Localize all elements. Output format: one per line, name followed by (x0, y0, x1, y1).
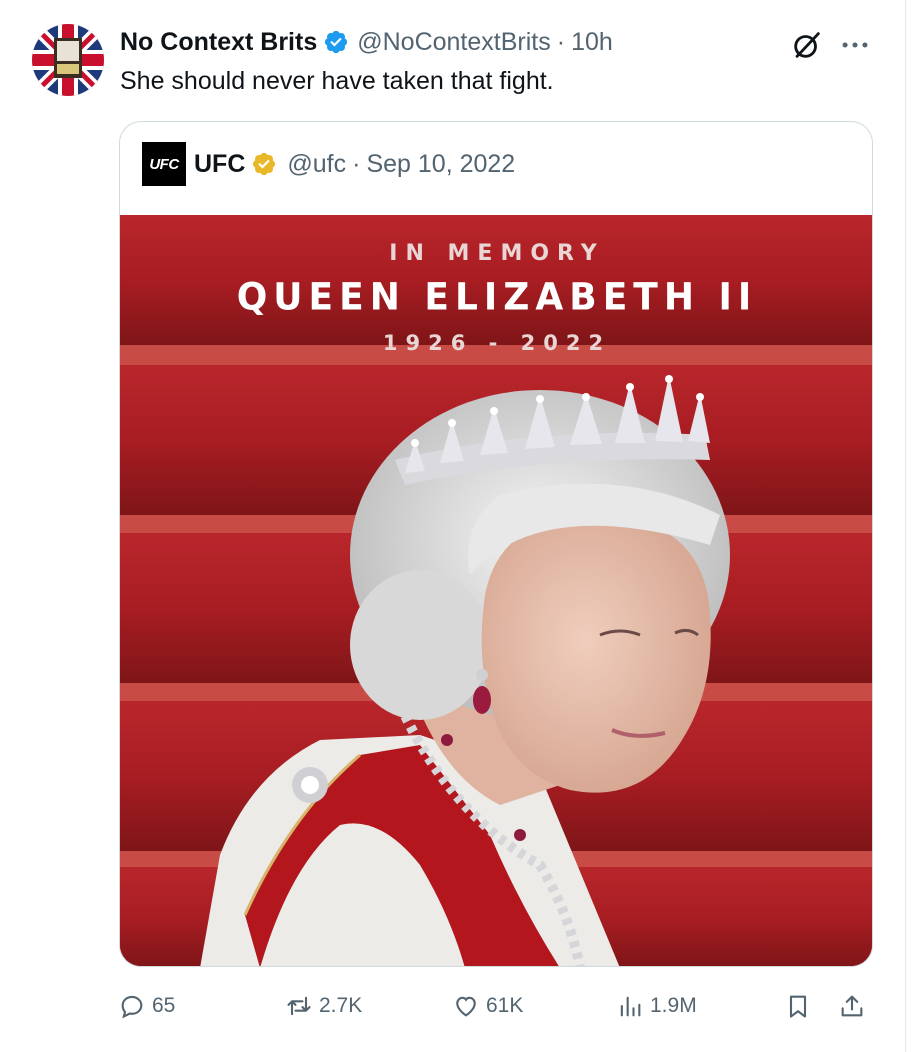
more-icon[interactable] (838, 28, 872, 62)
like-icon (456, 996, 476, 1017)
quoted-tweet-header: UFC UFC @ufc · Sep 10, 2022 (142, 142, 515, 186)
views-icon (620, 996, 641, 1017)
grok-icon[interactable] (790, 28, 824, 62)
avatar[interactable] (32, 24, 104, 96)
repost-icon (287, 996, 311, 1016)
quoted-date[interactable]: Sep 10, 2022 (366, 150, 515, 179)
memorial-image-illustration (120, 215, 872, 966)
share-button[interactable] (838, 984, 866, 1028)
action-bar: 65 2.7K 61K 1.9M (0, 984, 906, 1028)
share-icon (841, 995, 863, 1017)
tweet-text: She should never have taken that fight. (120, 67, 554, 95)
reply-icon (121, 995, 143, 1019)
ufc-avatar[interactable]: UFC (142, 142, 186, 186)
separator: · (352, 149, 361, 178)
image-caption-line2: QUEEN ELIZABETH II (236, 275, 758, 320)
verified-badge-icon (253, 152, 276, 176)
image-caption-line3: 1926 - 2022 (382, 331, 612, 355)
tweet-card[interactable]: No Context Brits @NoContextBrits · 10h S… (0, 0, 906, 1052)
timestamp[interactable]: 10h (571, 28, 613, 57)
reply-button[interactable]: 65 (118, 984, 175, 1028)
bookmark-icon (789, 995, 807, 1018)
handle[interactable]: @NoContextBrits (357, 28, 551, 57)
like-count: 61K (486, 994, 524, 1017)
views-button[interactable]: 1.9M (616, 984, 697, 1028)
tweet-header: No Context Brits @NoContextBrits · 10h (120, 24, 613, 60)
quoted-handle[interactable]: @ufc (287, 150, 346, 179)
tweet-image[interactable]: IN MEMORY QUEEN ELIZABETH II 1926 - 2022 (120, 215, 872, 966)
quoted-tweet[interactable]: UFC UFC @ufc · Sep 10, 2022 IN MEMORY QU… (119, 121, 873, 967)
separator: · (556, 27, 566, 56)
repost-count: 2.7K (319, 994, 363, 1017)
like-button[interactable]: 61K (452, 984, 523, 1028)
quoted-display-name[interactable]: UFC (194, 150, 245, 179)
reply-count: 65 (152, 994, 176, 1017)
display-name[interactable]: No Context Brits (120, 28, 317, 57)
ufc-logo-text: UFC (149, 155, 179, 173)
verified-badge-icon (325, 30, 348, 54)
bookmark-button[interactable] (784, 984, 812, 1028)
image-caption-line1: IN MEMORY (389, 241, 605, 266)
views-count: 1.9M (650, 994, 697, 1017)
repost-button[interactable]: 2.7K (285, 984, 362, 1028)
